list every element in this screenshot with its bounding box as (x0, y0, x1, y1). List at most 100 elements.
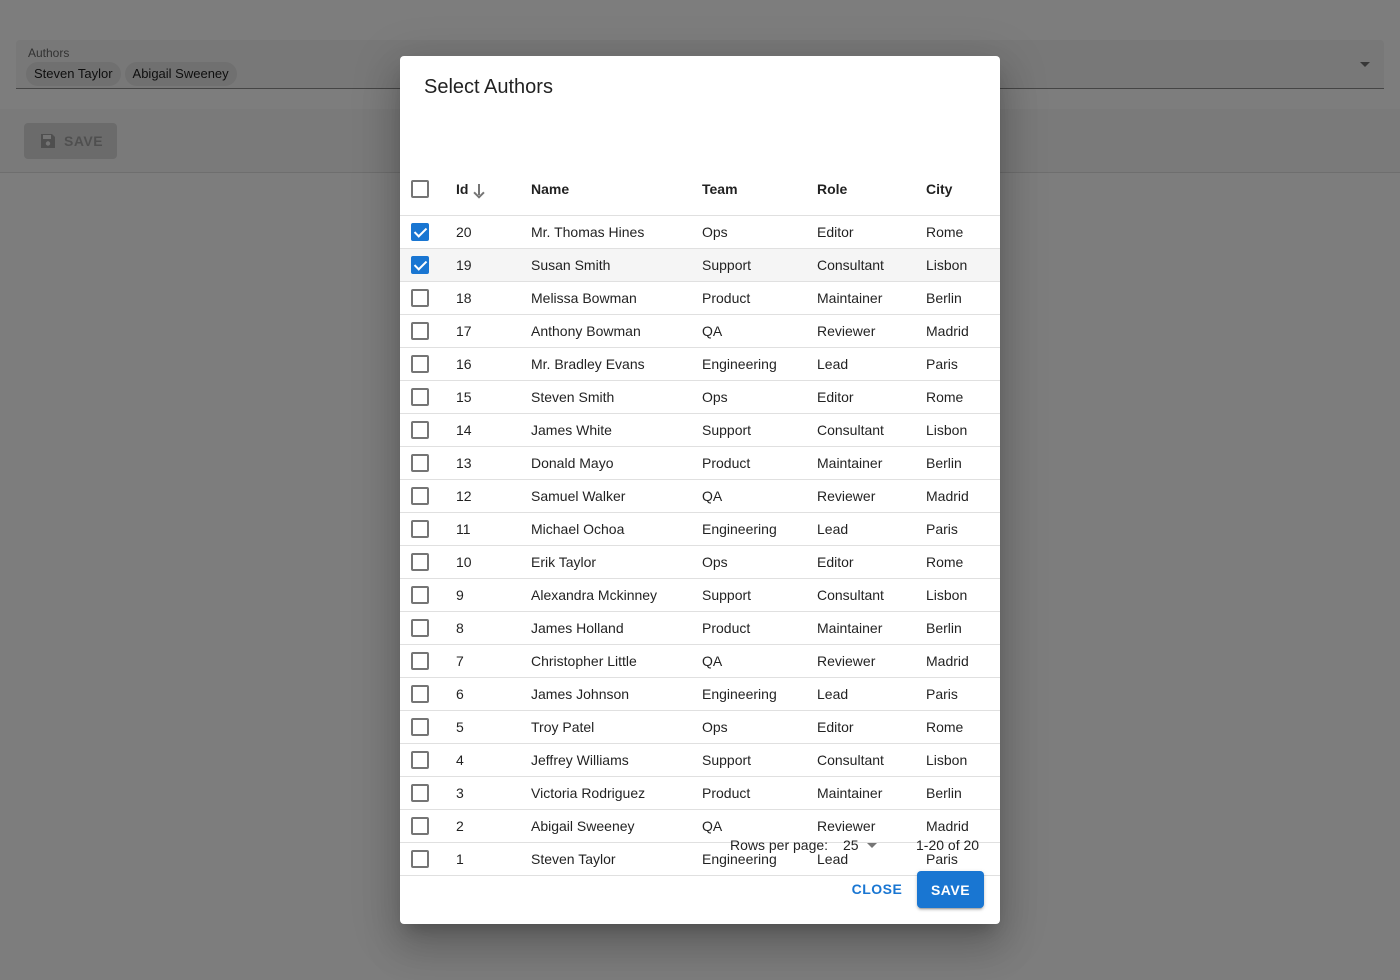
row-checkbox[interactable] (411, 717, 429, 736)
cell-name: James White (531, 413, 702, 447)
row-checkbox[interactable] (411, 255, 429, 274)
cell-role: Lead (817, 677, 926, 711)
cell-role: Reviewer (817, 644, 926, 678)
row-checkbox[interactable] (411, 222, 429, 241)
table-row[interactable]: 9 Alexandra Mckinney Support Consultant Lisb… (400, 578, 1000, 612)
row-checkbox-cell (400, 512, 456, 546)
row-checkbox-cell (400, 743, 456, 777)
column-header-id[interactable]: Id (456, 163, 531, 216)
row-checkbox[interactable] (411, 387, 429, 406)
table-row[interactable]: 20 Mr. Thomas Hines Ops Editor Rome (400, 215, 1000, 249)
column-header-team[interactable]: Team (702, 163, 817, 216)
row-checkbox[interactable] (411, 552, 429, 571)
select-authors-dialog: Select Authors Id Name Team Role City 20… (400, 56, 1000, 924)
table-row[interactable]: 15 Steven Smith Ops Editor Rome (400, 380, 1000, 414)
cell-id: 13 (456, 446, 531, 480)
cell-id: 4 (456, 743, 531, 777)
cell-city: Berlin (926, 776, 1000, 810)
cell-team: Support (702, 578, 817, 612)
row-checkbox[interactable] (411, 453, 429, 472)
table-header-row: Id Name Team Role City (400, 163, 1000, 216)
row-checkbox[interactable] (411, 354, 429, 373)
cell-name: Melissa Bowman (531, 281, 702, 315)
cell-name: Mr. Bradley Evans (531, 347, 702, 381)
table-row[interactable]: 6 James Johnson Engineering Lead Paris (400, 677, 1000, 711)
cell-id: 8 (456, 611, 531, 645)
cell-role: Reviewer (817, 479, 926, 513)
row-checkbox-cell (400, 677, 456, 711)
table-row[interactable]: 12 Samuel Walker QA Reviewer Madrid (400, 479, 1000, 513)
table-row[interactable]: 7 Christopher Little QA Reviewer Madrid (400, 644, 1000, 678)
column-header-role[interactable]: Role (817, 163, 926, 216)
close-button[interactable]: CLOSE (846, 871, 908, 907)
table-row[interactable]: 8 James Holland Product Maintainer Berlin (400, 611, 1000, 645)
cell-role: Editor (817, 710, 926, 744)
table-row[interactable]: 13 Donald Mayo Product Maintainer Berlin (400, 446, 1000, 480)
table-row[interactable]: 5 Troy Patel Ops Editor Rome (400, 710, 1000, 744)
table-row[interactable]: 11 Michael Ochoa Engineering Lead Paris (400, 512, 1000, 546)
cell-name: Donald Mayo (531, 446, 702, 480)
cell-role: Maintainer (817, 611, 926, 645)
cell-role: Consultant (817, 413, 926, 447)
cell-role: Lead (817, 512, 926, 546)
table-row[interactable]: 19 Susan Smith Support Consultant Lisbon (400, 248, 1000, 282)
cell-name: Erik Taylor (531, 545, 702, 579)
select-all-checkbox[interactable] (411, 179, 429, 198)
cell-city: Rome (926, 380, 1000, 414)
row-checkbox-cell (400, 479, 456, 513)
column-header-name[interactable]: Name (531, 163, 702, 216)
row-checkbox[interactable] (411, 618, 429, 637)
table-row[interactable]: 18 Melissa Bowman Product Maintainer Berlin (400, 281, 1000, 315)
cell-team: Support (702, 413, 817, 447)
cell-team: Engineering (702, 677, 817, 711)
cell-name: Steven Smith (531, 380, 702, 414)
cell-id: 16 (456, 347, 531, 381)
rows-per-page-select[interactable]: 25 (843, 837, 859, 853)
cell-city: Paris (926, 677, 1000, 711)
authors-table: Id Name Team Role City 20 Mr. Thomas Hine… (400, 163, 1000, 876)
row-checkbox[interactable] (411, 321, 429, 340)
row-checkbox-cell (400, 413, 456, 447)
row-checkbox[interactable] (411, 585, 429, 604)
table-row[interactable]: 4 Jeffrey Williams Support Consultant Lisbon (400, 743, 1000, 777)
cell-city: Lisbon (926, 743, 1000, 777)
cell-id: 11 (456, 512, 531, 546)
cell-name: Michael Ochoa (531, 512, 702, 546)
arrow-down-icon[interactable] (472, 183, 486, 197)
chevron-down-icon[interactable] (867, 843, 877, 848)
cell-city: Lisbon (926, 578, 1000, 612)
row-checkbox[interactable] (411, 486, 429, 505)
cell-team: QA (702, 644, 817, 678)
cell-id: 10 (456, 545, 531, 579)
cell-role: Consultant (817, 578, 926, 612)
row-checkbox[interactable] (411, 651, 429, 670)
save-button[interactable]: SAVE (917, 871, 984, 908)
table-row[interactable]: 3 Victoria Rodriguez Product Maintainer Berl… (400, 776, 1000, 810)
row-checkbox[interactable] (411, 684, 429, 703)
table-row[interactable]: 10 Erik Taylor Ops Editor Rome (400, 545, 1000, 579)
table-row[interactable]: 16 Mr. Bradley Evans Engineering Lead Paris (400, 347, 1000, 381)
cell-team: Ops (702, 380, 817, 414)
cell-team: QA (702, 314, 817, 348)
cell-team: QA (702, 479, 817, 513)
row-checkbox[interactable] (411, 783, 429, 802)
cell-id: 12 (456, 479, 531, 513)
column-header-id-label: Id (456, 180, 469, 197)
table-row[interactable]: 17 Anthony Bowman QA Reviewer Madrid (400, 314, 1000, 348)
cell-id: 17 (456, 314, 531, 348)
row-checkbox[interactable] (411, 420, 429, 439)
cell-id: 9 (456, 578, 531, 612)
page-range-text: 1-20 of 20 (916, 837, 980, 853)
cell-team: Support (702, 248, 817, 282)
cell-role: Lead (817, 347, 926, 381)
row-checkbox[interactable] (411, 288, 429, 307)
column-header-city[interactable]: City (926, 163, 1000, 216)
row-checkbox[interactable] (411, 750, 429, 769)
cell-team: Support (702, 743, 817, 777)
cell-id: 20 (456, 215, 531, 249)
cell-team: Engineering (702, 512, 817, 546)
cell-role: Consultant (817, 743, 926, 777)
row-checkbox[interactable] (411, 519, 429, 538)
cell-id: 19 (456, 248, 531, 282)
table-row[interactable]: 14 James White Support Consultant Lisbon (400, 413, 1000, 447)
